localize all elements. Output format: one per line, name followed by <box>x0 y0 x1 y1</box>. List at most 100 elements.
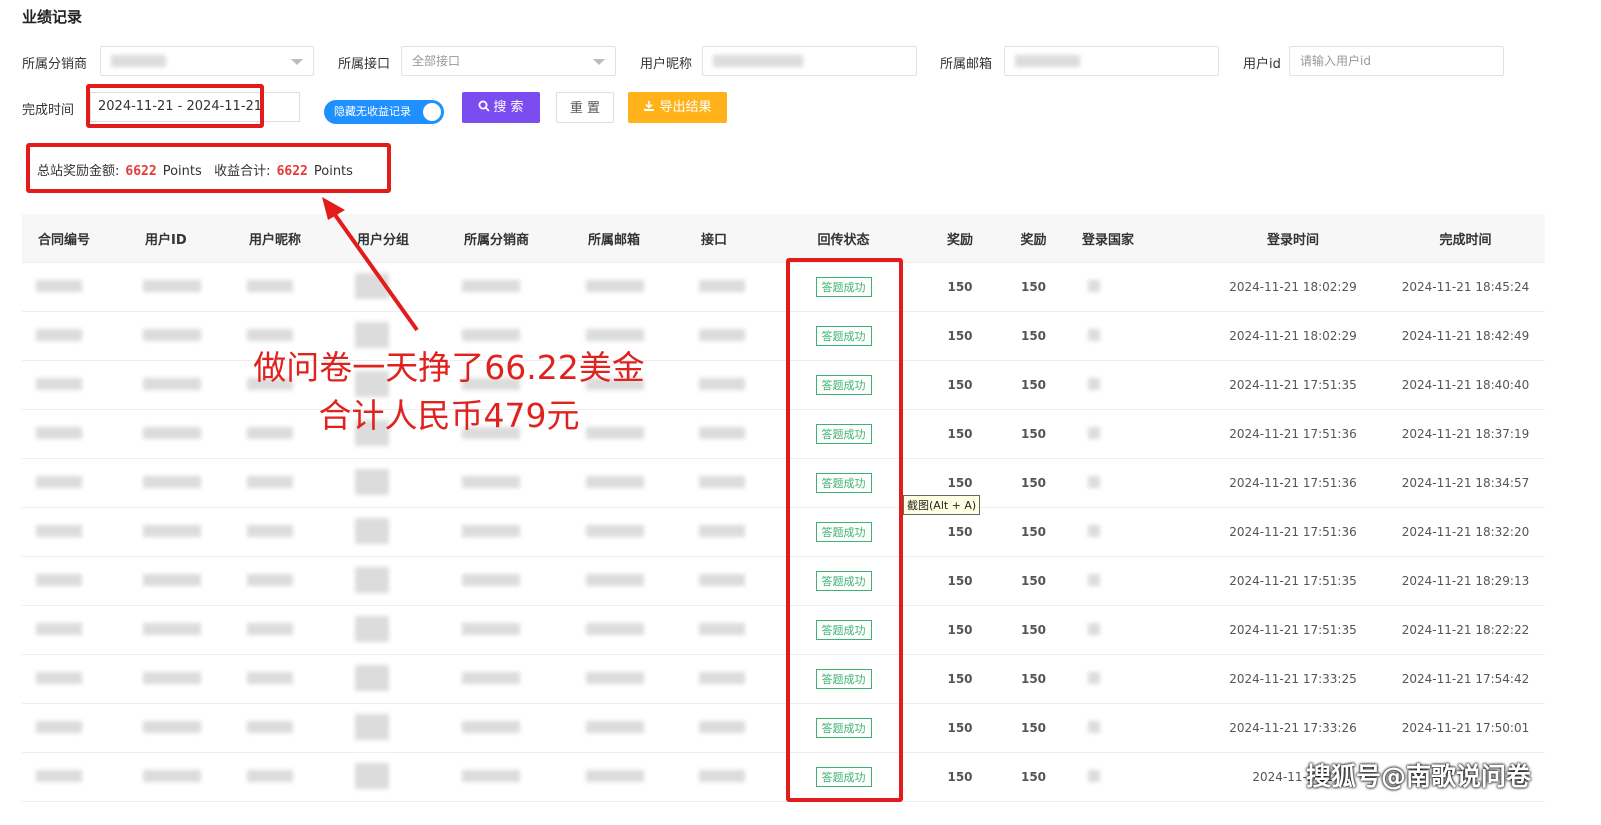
reward-cell: 150 <box>999 262 1068 312</box>
interface-select[interactable]: 全部接口 <box>401 46 616 76</box>
col-nickname: 用户昵称 <box>233 214 341 263</box>
blurred-value <box>713 55 803 67</box>
login-time-cell: 2024-11-21 17:33:26 <box>1200 703 1386 753</box>
table-row: 答题成功 150 150 2024-11-21 17:33:25 2024-11-21 … <box>22 654 1545 704</box>
redacted-cell <box>22 703 129 753</box>
table-row: 答题成功 150 150 2024-11-21 18:02:29 2024-11-21 … <box>22 262 1545 312</box>
annotation-line-1: 做问卷一天挣了66.22美金 <box>253 348 645 387</box>
redacted-cell <box>129 458 233 508</box>
records-table: 合同编号 用户ID 用户昵称 用户分组 所属分销商 所属邮箱 接口 回传状态 奖… <box>22 214 1545 802</box>
done-time-cell: 2024-11-21 17:54:42 <box>1386 654 1545 704</box>
search-button[interactable]: 搜 索 <box>462 92 540 123</box>
redacted-cell <box>448 556 572 606</box>
col-done-time: 完成时间 <box>1386 214 1545 263</box>
search-button-label: 搜 索 <box>493 100 524 115</box>
col-email: 所属邮箱 <box>572 214 685 263</box>
country-cell <box>1068 556 1200 606</box>
country-cell <box>1068 605 1200 655</box>
redacted-cell <box>685 752 766 802</box>
annotation-text: 做问卷一天挣了66.22美金 合计人民币479元 <box>244 344 654 440</box>
redacted-cell <box>129 409 233 459</box>
toggle-knob <box>423 103 441 121</box>
redacted-cell <box>22 458 129 508</box>
blurred-value <box>111 55 166 67</box>
redacted-cell <box>22 311 129 361</box>
chevron-down-icon <box>291 59 303 65</box>
country-cell <box>1068 360 1200 410</box>
interface-value: 全部接口 <box>412 54 461 68</box>
col-status: 回传状态 <box>766 214 921 263</box>
done-time-cell: 2024-11-21 18:40:40 <box>1386 360 1545 410</box>
col-login-time: 登录时间 <box>1200 214 1386 263</box>
reward-cell: 150 <box>999 752 1068 802</box>
nickname-label: 用户昵称 <box>640 57 693 72</box>
redacted-cell <box>341 262 448 312</box>
reward-cell: 150 <box>921 654 999 704</box>
export-button[interactable]: 导出结果 <box>628 92 727 123</box>
col-interface: 接口 <box>685 214 766 263</box>
redacted-cell <box>129 703 233 753</box>
reward-cell: 150 <box>999 507 1068 557</box>
redacted-cell <box>572 507 685 557</box>
search-icon <box>478 100 491 112</box>
redacted-cell <box>129 311 233 361</box>
done-time-cell: 2024-11-21 18:34:57 <box>1386 458 1545 508</box>
redacted-cell <box>341 654 448 704</box>
reward-cell: 150 <box>999 703 1068 753</box>
login-time-cell: 2024-11-21 18:02:29 <box>1200 262 1386 312</box>
col-reward-2: 奖励 <box>999 214 1068 263</box>
redacted-cell <box>129 654 233 704</box>
redacted-cell <box>233 458 341 508</box>
export-button-label: 导出结果 <box>659 100 712 115</box>
redacted-cell <box>341 703 448 753</box>
userid-input[interactable]: 请输入用户id <box>1289 46 1504 76</box>
redacted-cell <box>22 507 129 557</box>
country-cell <box>1068 262 1200 312</box>
country-cell <box>1068 703 1200 753</box>
redacted-cell <box>685 507 766 557</box>
chevron-down-icon <box>593 59 605 65</box>
redacted-cell <box>685 654 766 704</box>
col-distributor: 所属分销商 <box>448 214 572 263</box>
hide-no-income-toggle[interactable]: 隐藏无收益记录 <box>324 100 444 124</box>
done-time-cell: 2024-11-21 18:42:49 <box>1386 311 1545 361</box>
reward-cell: 150 <box>921 409 999 459</box>
distributor-label: 所属分销商 <box>22 57 88 72</box>
redacted-cell <box>129 507 233 557</box>
redacted-cell <box>685 556 766 606</box>
login-time-cell: 2024-11-21 17:51:36 <box>1200 458 1386 508</box>
reward-cell: 150 <box>921 752 999 802</box>
country-cell <box>1068 752 1200 802</box>
page-title: 业绩记录 <box>22 8 83 26</box>
redacted-cell <box>685 262 766 312</box>
col-group: 用户分组 <box>341 214 448 263</box>
email-input[interactable] <box>1004 46 1219 76</box>
annotation-line-2: 合计人民币479元 <box>318 396 580 435</box>
reward-cell: 150 <box>921 311 999 361</box>
distributor-select[interactable] <box>100 46 314 76</box>
redacted-cell <box>572 458 685 508</box>
col-country: 登录国家 <box>1068 214 1200 263</box>
redacted-cell <box>22 262 129 312</box>
redacted-cell <box>448 262 572 312</box>
reward-cell: 150 <box>999 409 1068 459</box>
reset-button[interactable]: 重 置 <box>556 92 614 123</box>
highlight-summary-box <box>26 143 391 193</box>
table-row: 答题成功 150 150 2024-11-21 17:51:35 2024-11-21 … <box>22 556 1545 606</box>
done-time-cell: 2024-11-21 18:37:19 <box>1386 409 1545 459</box>
redacted-cell <box>448 654 572 704</box>
col-reward-1: 奖励 <box>921 214 999 263</box>
toggle-label: 隐藏无收益记录 <box>334 105 411 118</box>
nickname-input[interactable] <box>702 46 917 76</box>
login-time-cell: 2024-11-21 17:51:35 <box>1200 360 1386 410</box>
reward-cell: 150 <box>921 703 999 753</box>
reward-cell: 150 <box>999 360 1068 410</box>
redacted-cell <box>129 262 233 312</box>
reward-cell: 150 <box>999 556 1068 606</box>
col-contract-id: 合同编号 <box>22 214 129 263</box>
download-icon <box>644 101 655 111</box>
userid-label: 用户id <box>1243 57 1281 72</box>
login-time-cell: 2024-11-21 17:51:35 <box>1200 556 1386 606</box>
col-user-id: 用户ID <box>129 214 233 263</box>
redacted-cell <box>233 507 341 557</box>
